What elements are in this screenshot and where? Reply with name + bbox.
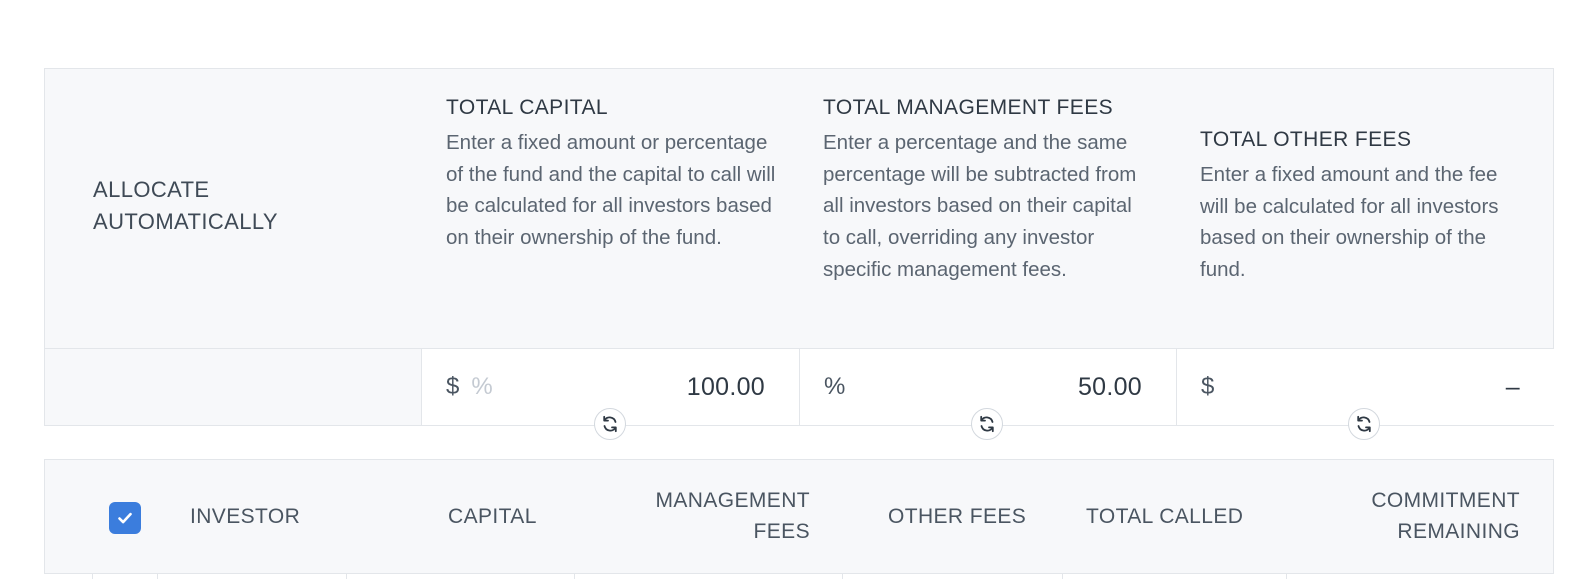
total-capital-value[interactable]: 100.00 xyxy=(687,373,765,402)
refresh-icon xyxy=(603,415,617,433)
investor-table-header: INVESTOR CAPITAL MANAGEMENT FEES OTHER F… xyxy=(44,459,1554,574)
total-capital-header: TOTAL CAPITAL Enter a fixed amount or pe… xyxy=(446,93,776,254)
allocate-automatically-label: ALLOCATE AUTOMATICALLY xyxy=(93,177,278,234)
column-divider xyxy=(574,573,575,579)
refresh-other-fees-button[interactable] xyxy=(1348,408,1380,440)
refresh-management-fees-button[interactable] xyxy=(971,408,1003,440)
refresh-icon xyxy=(980,415,994,433)
refresh-capital-button[interactable] xyxy=(594,408,626,440)
total-other-fees-value[interactable]: – xyxy=(1506,373,1520,402)
column-divider xyxy=(1286,573,1287,579)
column-header-other-fees[interactable]: OTHER FEES xyxy=(888,501,1026,532)
column-header-management-fees-line1: MANAGEMENT xyxy=(655,489,810,512)
dollar-unit-toggle[interactable]: $ xyxy=(446,373,459,401)
allocate-automatically-panel: ALLOCATE AUTOMATICALLY TOTAL CAPITAL Ent… xyxy=(44,68,1554,426)
column-header-commitment-remaining[interactable]: COMMITMENT REMAINING xyxy=(1371,485,1520,547)
total-management-fees-title: TOTAL MANAGEMENT FEES xyxy=(823,96,1114,119)
total-other-fees-header: TOTAL OTHER FEES Enter a fixed amount an… xyxy=(1200,125,1530,286)
dollar-unit-label: $ xyxy=(1201,373,1215,400)
column-header-total-called[interactable]: TOTAL CALLED xyxy=(1086,501,1243,532)
total-management-fees-description: Enter a percentage and the same percenta… xyxy=(823,131,1137,281)
column-divider xyxy=(92,573,93,579)
percent-unit-label: % xyxy=(824,373,846,400)
column-header-management-fees-line2: FEES xyxy=(753,520,810,543)
total-other-fees-title: TOTAL OTHER FEES xyxy=(1200,128,1412,151)
column-divider xyxy=(157,573,158,579)
column-divider xyxy=(842,573,843,579)
column-header-commitment-remaining-line2: REMAINING xyxy=(1397,520,1520,543)
percent-unit-toggle[interactable]: % xyxy=(471,373,492,401)
total-management-fees-value[interactable]: 50.00 xyxy=(1078,373,1142,402)
refresh-icon xyxy=(1357,415,1371,433)
column-divider xyxy=(1062,573,1063,579)
total-capital-title: TOTAL CAPITAL xyxy=(446,96,608,119)
select-all-checkbox[interactable] xyxy=(109,502,141,534)
total-other-fees-description: Enter a fixed amount and the fee will be… xyxy=(1200,163,1499,282)
column-header-investor[interactable]: INVESTOR xyxy=(190,501,300,532)
column-divider xyxy=(346,573,347,579)
column-header-capital[interactable]: CAPITAL xyxy=(448,501,537,532)
column-header-management-fees[interactable]: MANAGEMENT FEES xyxy=(655,485,810,547)
checkmark-icon xyxy=(118,512,132,524)
column-header-commitment-remaining-line1: COMMITMENT xyxy=(1371,489,1520,512)
total-capital-description: Enter a fixed amount or percentage of th… xyxy=(446,131,776,250)
total-management-fees-header: TOTAL MANAGEMENT FEES Enter a percentage… xyxy=(823,93,1153,286)
